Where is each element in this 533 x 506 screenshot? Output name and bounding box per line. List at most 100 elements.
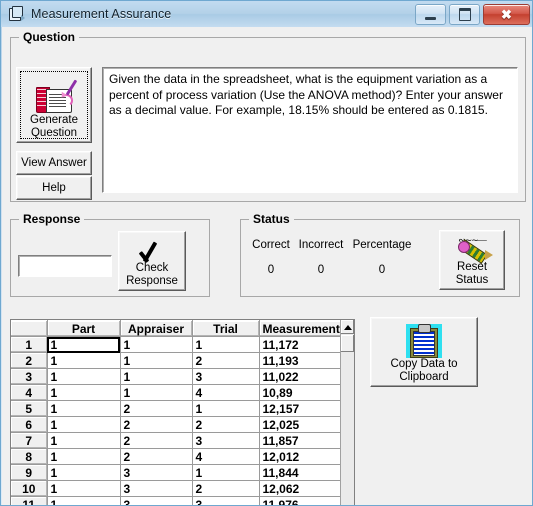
table-row[interactable]: 5 1 2 1 12,157 — [11, 400, 343, 417]
cell-part[interactable]: 1 — [47, 432, 121, 449]
cell-appraiser[interactable]: 2 — [120, 416, 193, 433]
cell-measurement[interactable]: 11,857 — [259, 432, 343, 449]
column-header-appraiser[interactable]: Appraiser — [120, 320, 193, 337]
table-row[interactable]: 4 1 1 4 10,89 — [11, 384, 343, 401]
cell-measurement[interactable]: 11,976 — [259, 496, 343, 505]
cell-part[interactable]: 1 — [47, 400, 121, 417]
close-button[interactable]: ✖ — [483, 4, 530, 25]
table-row[interactable]: 3 1 1 3 11,022 — [11, 368, 343, 385]
status-group-label: Status — [249, 212, 294, 226]
cell-appraiser[interactable]: 2 — [120, 432, 193, 449]
cell-trial[interactable]: 4 — [192, 384, 260, 401]
status-percentage-value: 0 — [378, 264, 386, 276]
row-header-cell[interactable]: 8 — [11, 448, 48, 465]
reset-status-label: Reset Status — [455, 261, 489, 286]
client-area: Question Generate Question View Answer H… — [2, 27, 532, 505]
cell-part[interactable]: 1 — [47, 448, 121, 465]
row-header-cell[interactable]: 6 — [11, 416, 48, 433]
generate-question-label-line1: Generate — [30, 114, 78, 126]
scroll-up-button[interactable] — [341, 320, 354, 334]
copy-data-label-line1: Copy Data to — [390, 358, 458, 370]
reset-status-button[interactable]: ∾∼∼— Reset Status — [439, 230, 505, 290]
cell-appraiser[interactable]: 3 — [120, 464, 193, 481]
row-header-cell[interactable]: 4 — [11, 384, 48, 401]
column-header-part[interactable]: Part — [47, 320, 121, 337]
cell-part[interactable]: 1 — [47, 496, 121, 505]
row-header-cell[interactable]: 11 — [11, 496, 48, 505]
cell-measurement[interactable]: 11,193 — [259, 352, 343, 369]
generate-question-label-line2: Question — [30, 127, 78, 139]
cell-appraiser[interactable]: 3 — [120, 480, 193, 497]
cell-measurement[interactable]: 12,062 — [259, 480, 343, 497]
cell-measurement[interactable]: 11,844 — [259, 464, 343, 481]
cell-trial[interactable]: 3 — [192, 496, 260, 505]
cell-trial[interactable]: 2 — [192, 480, 260, 497]
response-input[interactable] — [18, 255, 112, 277]
cell-appraiser[interactable]: 2 — [120, 448, 193, 465]
table-row[interactable]: 6 1 2 2 12,025 — [11, 416, 343, 433]
row-header-cell[interactable]: 3 — [11, 368, 48, 385]
cell-part[interactable]: 1 — [47, 352, 121, 369]
cell-appraiser[interactable]: 3 — [120, 496, 193, 505]
cell-part[interactable]: 1 — [47, 480, 121, 497]
table-row[interactable]: 9 1 3 1 11,844 — [11, 464, 343, 481]
status-incorrect-value: 0 — [317, 264, 325, 276]
row-header-cell[interactable]: 5 — [11, 400, 48, 417]
row-header-cell[interactable]: 1 — [11, 336, 48, 353]
table-row[interactable]: 10 1 3 2 12,062 — [11, 480, 343, 497]
title-bar: Measurement Assurance ✖ — [1, 1, 532, 27]
cell-trial[interactable]: 3 — [192, 432, 260, 449]
cell-measurement[interactable]: 11,022 — [259, 368, 343, 385]
cell-appraiser[interactable]: 1 — [120, 352, 193, 369]
check-response-button[interactable]: Check Response — [118, 231, 186, 291]
cell-measurement[interactable]: 12,157 — [259, 400, 343, 417]
cell-measurement[interactable]: 11,172 — [259, 336, 343, 353]
cell-part[interactable]: 1 — [47, 368, 121, 385]
cell-appraiser[interactable]: 1 — [120, 384, 193, 401]
column-header-trial[interactable]: Trial — [192, 320, 260, 337]
cell-part[interactable]: 1 — [47, 416, 121, 433]
cell-trial[interactable]: 2 — [192, 416, 260, 433]
table-row[interactable]: 2 1 1 2 11,193 — [11, 352, 343, 369]
row-header-cell[interactable]: 7 — [11, 432, 48, 449]
cell-appraiser[interactable]: 1 — [120, 336, 193, 353]
cell-part[interactable]: 1 — [47, 464, 121, 481]
copy-data-label-line2: Clipboard — [399, 371, 449, 383]
cell-part[interactable]: 1 — [47, 336, 121, 353]
column-header-rownum[interactable] — [11, 320, 48, 337]
cell-trial[interactable]: 3 — [192, 368, 260, 385]
cell-measurement[interactable]: 12,025 — [259, 416, 343, 433]
minimize-button[interactable] — [415, 4, 446, 25]
generate-question-button[interactable]: Generate Question — [16, 67, 92, 143]
minimize-icon — [425, 16, 436, 20]
question-group-label: Question — [19, 30, 80, 44]
cell-trial[interactable]: 1 — [192, 400, 260, 417]
cell-trial[interactable]: 1 — [192, 464, 260, 481]
copy-data-to-clipboard-button[interactable]: Copy Data to Clipboard — [370, 317, 478, 387]
cell-trial[interactable]: 2 — [192, 352, 260, 369]
cell-trial[interactable]: 1 — [192, 336, 260, 353]
table-row[interactable]: 1 1 1 1 11,172 — [11, 336, 343, 353]
row-header-cell[interactable]: 2 — [11, 352, 48, 369]
cell-trial[interactable]: 4 — [192, 448, 260, 465]
row-header-cell[interactable]: 9 — [11, 464, 48, 481]
status-correct-label: Correct — [252, 239, 290, 251]
cell-part[interactable]: 1 — [47, 384, 121, 401]
table-row[interactable]: 8 1 2 4 12,012 — [11, 448, 343, 465]
table-row[interactable]: 7 1 2 3 11,857 — [11, 432, 343, 449]
checkmark-icon — [138, 239, 166, 263]
column-header-measurement[interactable]: Measurement — [259, 320, 343, 337]
application-window: Measurement Assurance ✖ Question Generat… — [0, 0, 533, 506]
cell-appraiser[interactable]: 1 — [120, 368, 193, 385]
scrollbar-thumb[interactable] — [341, 335, 354, 352]
cell-measurement[interactable]: 10,89 — [259, 384, 343, 401]
help-button[interactable]: Help — [16, 176, 92, 200]
cell-measurement[interactable]: 12,012 — [259, 448, 343, 465]
measurement-data-grid[interactable]: Part Appraiser Trial Measurement 1 1 1 1 11,… — [10, 319, 355, 505]
table-row[interactable]: 11 1 3 3 11,976 — [11, 496, 343, 505]
grid-vertical-scrollbar[interactable] — [340, 320, 354, 505]
maximize-button[interactable] — [449, 4, 480, 25]
row-header-cell[interactable]: 10 — [11, 480, 48, 497]
view-answer-button[interactable]: View Answer — [16, 151, 92, 175]
cell-appraiser[interactable]: 2 — [120, 400, 193, 417]
